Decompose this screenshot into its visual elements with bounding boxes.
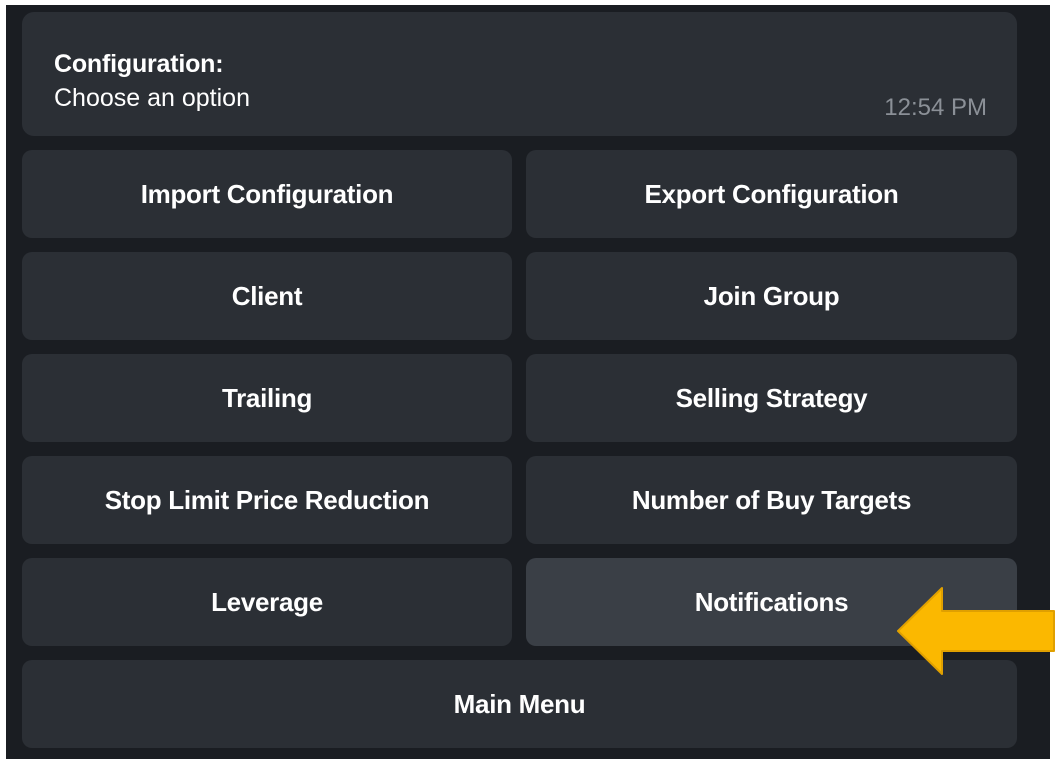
leverage-button[interactable]: Leverage bbox=[22, 558, 512, 646]
stop-limit-price-reduction-button[interactable]: Stop Limit Price Reduction bbox=[22, 456, 512, 544]
main-menu-button[interactable]: Main Menu bbox=[22, 660, 1017, 748]
trailing-button[interactable]: Trailing bbox=[22, 354, 512, 442]
arrow-shape bbox=[897, 587, 1055, 675]
message-title: Configuration: bbox=[54, 50, 224, 78]
import-configuration-button[interactable]: Import Configuration bbox=[22, 150, 512, 238]
number-of-buy-targets-button[interactable]: Number of Buy Targets bbox=[526, 456, 1017, 544]
client-button[interactable]: Client bbox=[22, 252, 512, 340]
message-timestamp: 12:54 PM bbox=[884, 94, 987, 121]
message-body: Choose an option bbox=[54, 84, 250, 112]
selling-strategy-button[interactable]: Selling Strategy bbox=[526, 354, 1017, 442]
bot-message: Configuration: Choose an option 12:54 PM bbox=[22, 12, 1017, 136]
export-configuration-button[interactable]: Export Configuration bbox=[526, 150, 1017, 238]
left-arrow-icon bbox=[897, 587, 1055, 675]
join-group-button[interactable]: Join Group bbox=[526, 252, 1017, 340]
